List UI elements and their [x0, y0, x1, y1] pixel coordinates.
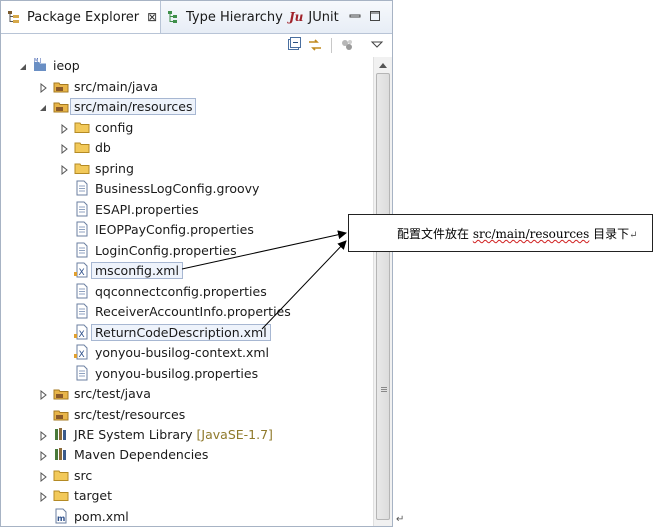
annotation-callout: 配置文件放在 src/main/resources 目录下↵ [348, 214, 653, 252]
annotation-arrow [181, 230, 347, 270]
callout-path: src/main/resources [472, 227, 590, 241]
callout-suffix: 目录下 [589, 227, 630, 241]
paragraph-mark: ↵ [396, 514, 405, 525]
annotation-arrows [181, 230, 347, 330]
paragraph-mark: ↵ [629, 230, 638, 241]
callout-text: 配置文件放在 src/main/resources 目录下↵ [397, 225, 638, 242]
annotation-arrow [261, 240, 347, 330]
callout-prefix: 配置文件放在 [397, 227, 473, 241]
